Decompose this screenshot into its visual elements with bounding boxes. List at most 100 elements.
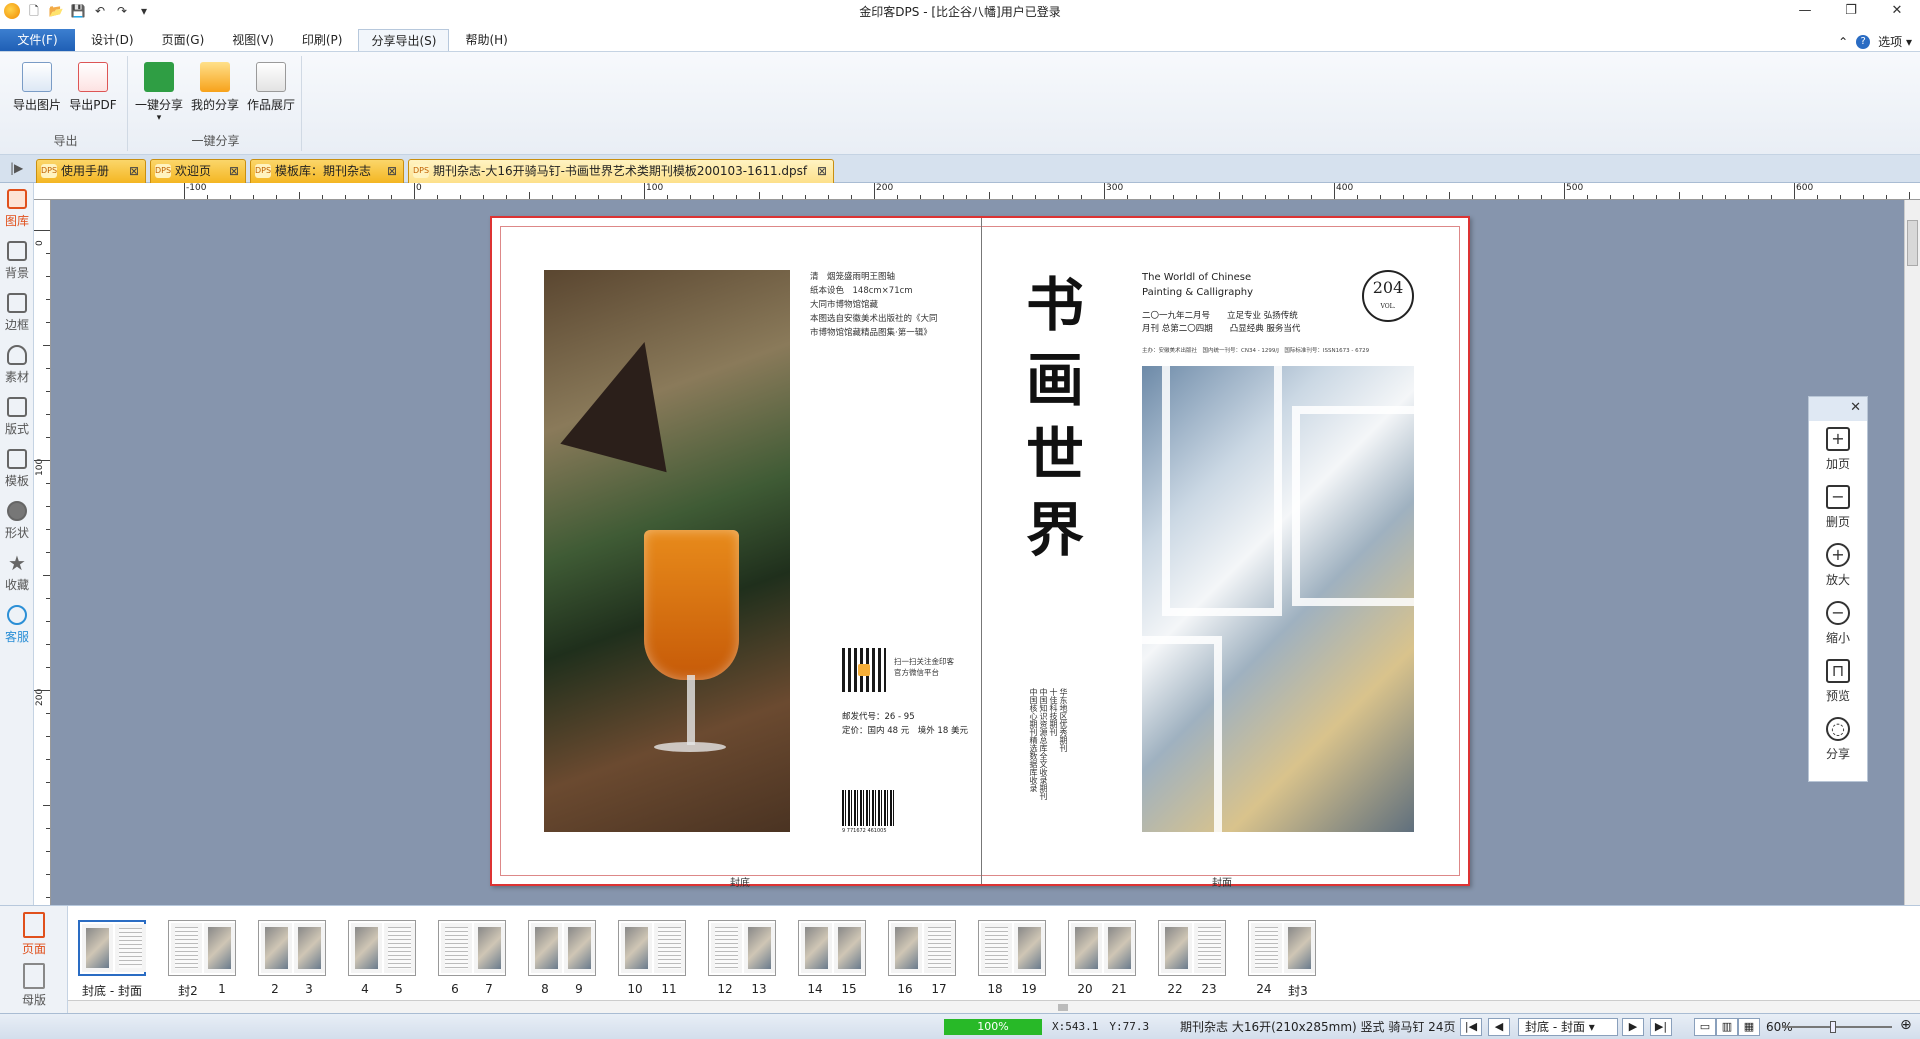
close-button[interactable]: ✕	[1874, 0, 1920, 22]
view-grid-icon[interactable]: ▦	[1738, 1018, 1760, 1036]
new-file-icon[interactable]: 🗋	[26, 3, 42, 19]
redo-icon[interactable]: ↷	[114, 3, 130, 19]
tab-close-icon[interactable]: ⊠	[229, 160, 239, 182]
last-page-button[interactable]: ▶|	[1650, 1018, 1672, 1036]
sidebar-item-favorites[interactable]: ★ 收藏	[0, 547, 34, 599]
issue-number-badge[interactable]: 204 VOL.	[1362, 270, 1414, 322]
scroll-thumb[interactable]	[1907, 220, 1918, 266]
thumbnail-pair[interactable]	[618, 920, 686, 976]
add-page-button[interactable]: + 加页	[1809, 421, 1867, 479]
menu-tab-share-export[interactable]: 分享导出(S)	[358, 29, 450, 51]
menu-tab-view[interactable]: 视图(V)	[220, 29, 286, 51]
thumbnail-pair[interactable]	[888, 920, 956, 976]
export-pdf-button[interactable]: 导出PDF	[66, 62, 120, 113]
menu-tab-print[interactable]: 印刷(P)	[290, 29, 355, 51]
maximize-button[interactable]: ❐	[1828, 0, 1874, 22]
price-info[interactable]: 邮发代号：26 - 95 定价：国内 48 元 境外 18 美元	[842, 710, 972, 738]
thumbnail-pair[interactable]	[438, 920, 506, 976]
page-select[interactable]: 封底 - 封面 ▾	[1518, 1018, 1618, 1036]
save-icon[interactable]: 💾	[70, 3, 86, 19]
canvas-vertical-scrollbar[interactable]	[1904, 200, 1920, 905]
thumbnail-scrollbar[interactable]	[68, 1000, 1920, 1014]
share-dropdown-icon[interactable]: ▾	[132, 113, 186, 123]
page-spread[interactable]: 清 烟笼盛雨明王图轴 纸本设色 148cm×71cm 大同市博物馆馆藏 本图选自…	[490, 216, 1470, 886]
thumbnail-pair[interactable]	[78, 920, 146, 976]
undo-icon[interactable]: ↶	[92, 3, 108, 19]
zoom-plus-icon[interactable]: ⊕	[1900, 1017, 1912, 1033]
vertical-credential[interactable]: 中国知识资源总库全文收录期刊	[1038, 688, 1048, 828]
zoom-slider[interactable]	[1782, 1021, 1892, 1033]
gallery-button[interactable]: 作品展厅	[244, 62, 298, 113]
sidebar-item-customer-service[interactable]: 客服	[0, 599, 34, 651]
thumbnail-pair[interactable]	[348, 920, 416, 976]
close-icon[interactable]: ✕	[1850, 400, 1861, 415]
open-folder-icon[interactable]: 📂	[48, 3, 64, 19]
options-button[interactable]: 选项 ▾	[1878, 33, 1912, 50]
vertical-ruler[interactable]: 0 100 200	[34, 200, 51, 905]
doc-tab-welcome[interactable]: DPS 欢迎页 ⊠	[150, 159, 246, 183]
thumbnail-pair[interactable]	[708, 920, 776, 976]
next-page-button[interactable]: ▶	[1622, 1018, 1644, 1036]
minimize-button[interactable]: —	[1782, 0, 1828, 22]
thumbnail-pair[interactable]	[528, 920, 596, 976]
zoom-out-button[interactable]: − 缩小	[1809, 595, 1867, 653]
one-click-share-button[interactable]: 一键分享 ▾	[132, 62, 186, 123]
menu-tab-design[interactable]: 设计(D)	[79, 29, 146, 51]
sidebar-item-shape[interactable]: 形状	[0, 495, 34, 547]
qr-caption[interactable]: 扫一扫关注金印客 官方微信平台	[894, 656, 964, 678]
tab-close-icon[interactable]: ⊠	[817, 160, 827, 182]
app-logo-icon[interactable]	[4, 3, 20, 19]
menu-tab-page[interactable]: 页面(G)	[150, 29, 217, 51]
doc-tab-template-library[interactable]: DPS 模板库：期刊杂志 ⊠	[250, 159, 404, 183]
magazine-info[interactable]: 二〇一九年二月号 立足专业 弘扬传统 月刊 总第二〇四期 凸显经典 服务当代	[1142, 310, 1322, 336]
previous-page-button[interactable]: ◀	[1488, 1018, 1510, 1036]
vertical-credential[interactable]: 十佳科技期刊	[1048, 688, 1058, 828]
thumbnail-pair[interactable]	[258, 920, 326, 976]
thumbnail-pair[interactable]	[978, 920, 1046, 976]
publisher-info[interactable]: 主办：安徽美术出版社 国内统一刊号：CN34 - 1299/J 国际标准刊号：I…	[1142, 346, 1412, 354]
thumbnail-pair[interactable]	[1158, 920, 1226, 976]
vertical-credential[interactable]: 华东地区优秀期刊	[1058, 688, 1068, 828]
design-canvas[interactable]: 清 烟笼盛雨明王图轴 纸本设色 148cm×71cm 大同市博物馆馆藏 本图选自…	[51, 200, 1904, 905]
customize-toolbar-icon[interactable]: ▾	[136, 3, 152, 19]
sidebar-item-layout[interactable]: 版式	[0, 391, 34, 443]
doc-tab-manual[interactable]: DPS 使用手册 ⊠	[36, 159, 146, 183]
delete-page-button[interactable]: − 删页	[1809, 479, 1867, 537]
doc-tab-magazine-template[interactable]: DPS 期刊杂志-大16开骑马钉-书画世界艺术类期刊模板200103-1611.…	[408, 159, 834, 183]
zoom-in-button[interactable]: + 放大	[1809, 537, 1867, 595]
back-cover-caption[interactable]: 清 烟笼盛雨明王图轴 纸本设色 148cm×71cm 大同市博物馆馆藏 本图选自…	[810, 270, 950, 340]
view-single-icon[interactable]: ▭	[1694, 1018, 1716, 1036]
sidebar-item-border[interactable]: 边框	[0, 287, 34, 339]
view-spread-icon[interactable]: ▥	[1716, 1018, 1738, 1036]
sidebar-item-background[interactable]: 背景	[0, 235, 34, 287]
export-image-button[interactable]: 导出图片	[10, 62, 64, 113]
zoom-slider-knob[interactable]	[1830, 1021, 1836, 1033]
my-share-button[interactable]: 我的分享	[188, 62, 242, 113]
first-page-button[interactable]: |◀	[1460, 1018, 1482, 1036]
qr-code[interactable]	[842, 648, 886, 692]
collapse-ribbon-icon[interactable]: ⌃	[1838, 35, 1848, 49]
vertical-credential[interactable]: 中国核心期刊精选数据库收录	[1028, 688, 1038, 828]
thumbnail-pair[interactable]	[1248, 920, 1316, 976]
master-pages-tab[interactable]: 母版	[0, 957, 68, 1008]
back-cover-photo[interactable]	[544, 270, 790, 832]
sidebar-item-template[interactable]: 模板	[0, 443, 34, 495]
calligraphy-title[interactable]: 书 画 世 界	[1020, 268, 1090, 568]
sidebar-item-material[interactable]: 素材	[0, 339, 34, 391]
barcode[interactable]	[842, 790, 896, 826]
tab-list-arrow-icon[interactable]: |▶	[10, 161, 23, 175]
preview-button[interactable]: ⊓ 预览	[1809, 653, 1867, 711]
menu-tab-help[interactable]: 帮助(H)	[453, 29, 519, 51]
tab-close-icon[interactable]: ⊠	[129, 160, 139, 182]
tab-close-icon[interactable]: ⊠	[387, 160, 397, 182]
cover-photo[interactable]	[1132, 356, 1432, 856]
help-icon[interactable]: ?	[1856, 34, 1871, 49]
thumbnail-pair[interactable]	[1068, 920, 1136, 976]
scroll-thumb[interactable]	[1058, 1004, 1068, 1011]
menu-tab-file[interactable]: 文件(F)	[0, 29, 75, 51]
magazine-english-title[interactable]: The Worldl of Chinese Painting & Calligr…	[1142, 270, 1322, 300]
sidebar-item-gallery[interactable]: 图库	[0, 183, 34, 235]
pages-tab[interactable]: 页面	[0, 906, 68, 957]
thumbnail-pair[interactable]	[798, 920, 866, 976]
share-button[interactable]: ◌ 分享	[1809, 711, 1867, 769]
